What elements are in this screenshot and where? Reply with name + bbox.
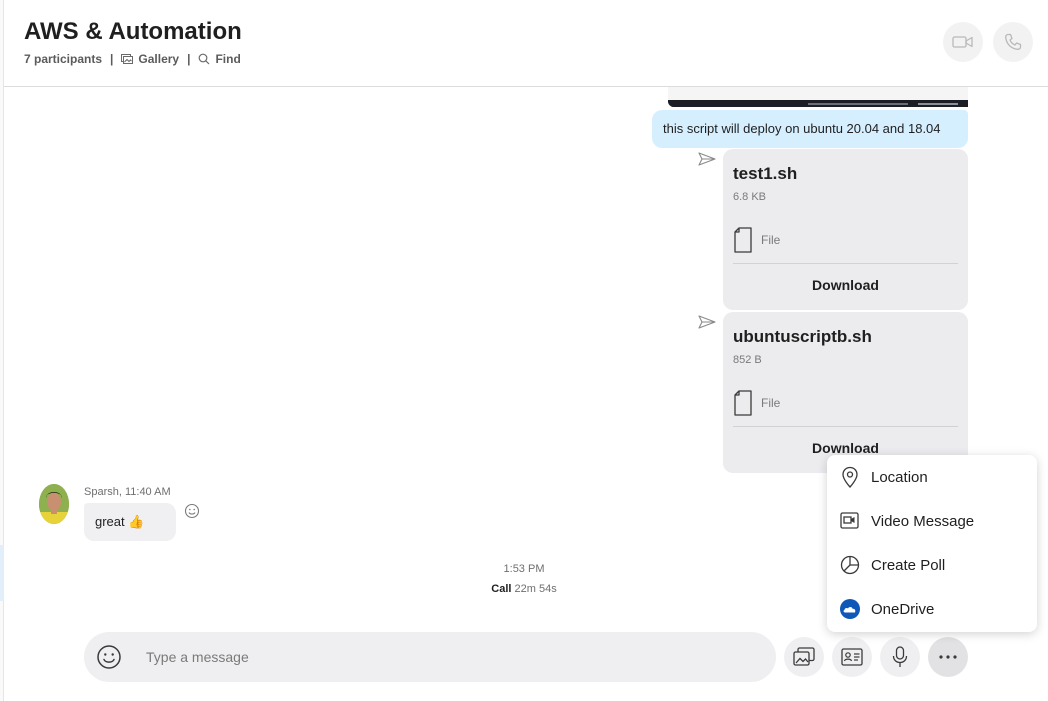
more-icon: [939, 655, 957, 659]
chat-subheader: 7 participants | Gallery | Find: [24, 52, 241, 66]
file-card[interactable]: test1.sh 6.8 KB File Download: [723, 149, 968, 310]
message-input[interactable]: [146, 645, 746, 669]
image-attachment-thumbnail[interactable]: [668, 87, 968, 107]
file-size: 852 B: [733, 354, 762, 366]
left-panel-edge: [0, 0, 4, 701]
gallery-label: Gallery: [138, 52, 180, 66]
location-pin-icon: [839, 466, 861, 488]
onedrive-icon: [839, 598, 861, 620]
video-message-icon: [839, 510, 861, 532]
file-name: ubuntuscriptb.sh: [733, 327, 872, 346]
search-icon: [199, 53, 210, 65]
file-card[interactable]: ubuntuscriptb.sh 852 B File Download: [723, 312, 968, 473]
file-type-label: File: [761, 233, 781, 247]
menu-item-label: Location: [871, 468, 928, 486]
sent-status-icon: [698, 152, 716, 166]
divider: [733, 426, 958, 427]
file-name: test1.sh: [733, 164, 798, 183]
call-duration: 22m 54s: [514, 583, 557, 595]
menu-item-create-poll[interactable]: Create Poll: [827, 545, 1037, 585]
participants-link[interactable]: 7 participants: [24, 52, 102, 66]
message-composer: [84, 632, 776, 682]
menu-item-label: OneDrive: [871, 600, 935, 618]
image-upload-icon: [793, 647, 815, 666]
video-camera-icon: [952, 36, 973, 48]
menu-item-label: Create Poll: [871, 556, 946, 574]
chat-title: AWS & Automation: [24, 18, 242, 45]
record-audio-button[interactable]: [880, 637, 920, 677]
menu-item-onedrive[interactable]: OneDrive: [827, 589, 1037, 629]
download-button[interactable]: Download: [723, 440, 968, 456]
avatar[interactable]: [39, 484, 69, 524]
sent-message-bubble: this script will deploy on ubuntu 20.04 …: [652, 110, 968, 148]
chat-window: AWS & Automation 7 participants | Galler…: [0, 0, 1048, 701]
more-options-menu: Location Video Message Create Poll OneDr…: [827, 455, 1037, 632]
find-link[interactable]: Find: [198, 52, 241, 66]
audio-call-button[interactable]: [993, 22, 1033, 62]
contact-card-icon: [841, 648, 863, 666]
find-label: Find: [215, 52, 241, 66]
file-type-row: File: [733, 227, 780, 253]
divider: [733, 263, 958, 264]
more-options-button[interactable]: [928, 637, 968, 677]
poll-icon: [839, 554, 861, 576]
gallery-link[interactable]: Gallery: [121, 52, 179, 66]
separator: |: [187, 52, 191, 66]
gallery-icon: [121, 54, 134, 64]
sent-status-icon: [698, 315, 716, 329]
download-button[interactable]: Download: [723, 277, 968, 293]
separator: |: [110, 52, 114, 66]
menu-item-video-message[interactable]: Video Message: [827, 501, 1037, 541]
microphone-icon: [892, 646, 908, 667]
emoji-icon[interactable]: [96, 644, 122, 670]
file-size: 6.8 KB: [733, 191, 767, 203]
file-type-row: File: [733, 390, 780, 416]
send-contact-button[interactable]: [832, 637, 872, 677]
share-media-button[interactable]: [784, 637, 824, 677]
menu-item-label: Video Message: [871, 512, 975, 530]
chat-header: AWS & Automation 7 participants | Galler…: [4, 0, 1048, 87]
phone-icon: [1005, 33, 1022, 50]
call-label: Call: [491, 583, 512, 595]
received-message-bubble: great 👍: [84, 503, 176, 541]
menu-item-location[interactable]: Location: [827, 457, 1037, 497]
file-icon: [734, 390, 752, 416]
file-icon: [734, 227, 752, 253]
file-type-label: File: [761, 396, 781, 410]
add-reaction-icon[interactable]: [184, 503, 200, 519]
message-sender-time: Sparsh, 11:40 AM: [84, 486, 171, 498]
video-call-button[interactable]: [943, 22, 983, 62]
